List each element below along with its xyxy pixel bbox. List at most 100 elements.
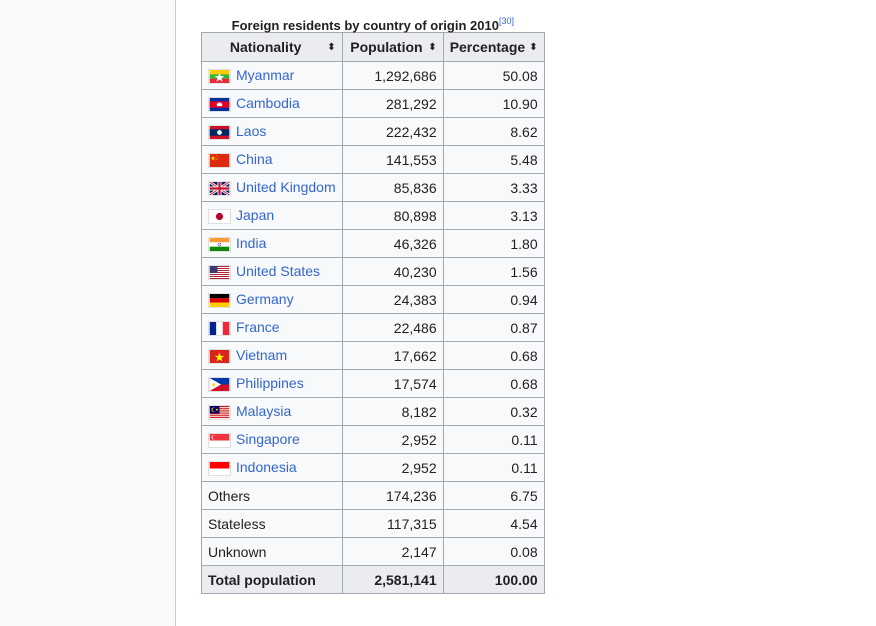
population-cell: 8,182 — [341, 397, 444, 426]
sort-icon[interactable]: ⬍ — [529, 42, 537, 53]
foreign-residents-table: Nationality ⬍ Population ⬍ Percentage ⬍ — [201, 32, 545, 594]
table-row: Germany 24,383 0.94 — [201, 285, 545, 314]
laos-flag-icon — [208, 124, 231, 140]
country-link[interactable]: Cambodia — [236, 95, 300, 111]
header-row: Nationality ⬍ Population ⬍ Percentage ⬍ — [201, 32, 545, 62]
country-link[interactable]: Japan — [236, 207, 274, 223]
table-caption-title: Foreign residents by country of origin 2… — [231, 18, 499, 33]
population-cell: 17,574 — [341, 369, 444, 398]
population-column-header[interactable]: Population ⬍ — [341, 32, 444, 62]
total-population: 2,581,141 — [341, 565, 444, 594]
percentage-cell: 1.80 — [442, 229, 545, 258]
percentage-cell: 0.32 — [442, 397, 545, 426]
percentage-cell: 50.08 — [442, 61, 545, 90]
nationality-cell: Stateless — [201, 509, 343, 538]
percentage-cell: 0.94 — [442, 285, 545, 314]
indonesia-flag-icon — [208, 460, 231, 476]
population-cell: 141,553 — [341, 145, 444, 174]
nationality-cell: Myanmar — [201, 61, 343, 90]
population-cell: 2,952 — [341, 453, 444, 482]
country-link[interactable]: Myanmar — [236, 67, 294, 83]
population-cell: 281,292 — [341, 89, 444, 118]
population-cell: 40,230 — [341, 257, 444, 286]
population-cell: 80,898 — [341, 201, 444, 230]
nationality-cell: India — [201, 229, 343, 258]
table-row: Unknown 2,147 0.08 — [201, 537, 545, 566]
country-link[interactable]: Malaysia — [236, 403, 291, 419]
total-row: Total population 2,581,141 100.00 — [201, 565, 545, 594]
us-flag-icon — [208, 264, 231, 280]
population-cell: 24,383 — [341, 285, 444, 314]
india-flag-icon — [208, 236, 231, 252]
percentage-cell: 4.54 — [442, 509, 545, 538]
nationality-cell: Laos — [201, 117, 343, 146]
myanmar-flag-icon — [208, 68, 231, 84]
country-link[interactable]: India — [236, 235, 266, 251]
country-link[interactable]: China — [236, 151, 273, 167]
nationality-cell: Cambodia — [201, 89, 343, 118]
nationality-label: Stateless — [208, 515, 266, 532]
percentage-cell: 0.87 — [442, 313, 545, 342]
citation-link[interactable]: [30] — [499, 16, 514, 26]
cambodia-flag-icon — [208, 96, 231, 112]
percentage-cell: 1.56 — [442, 257, 545, 286]
table-caption: Foreign residents by country of origin 2… — [201, 10, 545, 33]
uk-flag-icon — [208, 180, 231, 196]
nationality-cell: United States — [201, 257, 343, 286]
nationality-cell: China — [201, 145, 343, 174]
population-cell: 85,836 — [341, 173, 444, 202]
country-link[interactable]: United Kingdom — [236, 179, 336, 195]
table-row: Malaysia 8,182 0.32 — [201, 397, 545, 426]
table-row: Myanmar 1,292,686 50.08 — [201, 61, 545, 90]
table-row: Philippines 17,574 0.68 — [201, 369, 545, 398]
philippines-flag-icon — [208, 376, 231, 392]
country-link[interactable]: Philippines — [236, 375, 304, 391]
country-link[interactable]: Singapore — [236, 431, 300, 447]
malaysia-flag-icon — [208, 404, 231, 420]
country-link[interactable]: Vietnam — [236, 347, 287, 363]
table-row: Laos 222,432 8.62 — [201, 117, 545, 146]
country-link[interactable]: Laos — [236, 123, 266, 139]
table-row: Indonesia 2,952 0.11 — [201, 453, 545, 482]
percentage-cell: 0.68 — [442, 341, 545, 370]
percentage-header-label: Percentage — [449, 39, 526, 55]
country-link[interactable]: France — [236, 319, 280, 335]
country-link[interactable]: Indonesia — [236, 459, 297, 475]
percentage-cell: 0.11 — [442, 425, 545, 454]
table-row: Vietnam 17,662 0.68 — [201, 341, 545, 370]
table-row: United States 40,230 1.56 — [201, 257, 545, 286]
table-body: Myanmar 1,292,686 50.08 Cambodia 281,292 10.9… — [201, 61, 545, 566]
population-cell: 174,236 — [341, 481, 444, 510]
singapore-flag-icon — [208, 432, 231, 448]
table-row: Stateless 117,315 4.54 — [201, 509, 545, 538]
nationality-cell: Singapore — [201, 425, 343, 454]
population-cell: 222,432 — [341, 117, 444, 146]
germany-flag-icon — [208, 292, 231, 308]
table-row: Singapore 2,952 0.11 — [201, 425, 545, 454]
total-percentage: 100.00 — [442, 565, 545, 594]
table-row: France 22,486 0.87 — [201, 313, 545, 342]
population-cell: 2,147 — [341, 537, 444, 566]
percentage-cell: 10.90 — [442, 89, 545, 118]
france-flag-icon — [208, 320, 231, 336]
nationality-column-header[interactable]: Nationality ⬍ — [201, 32, 343, 62]
nationality-label: Unknown — [208, 543, 267, 560]
total-label: Total population — [201, 565, 343, 594]
population-header-label: Population — [350, 39, 423, 55]
percentage-cell: 0.11 — [442, 453, 545, 482]
sort-icon[interactable]: ⬍ — [327, 42, 335, 53]
country-link[interactable]: United States — [236, 263, 320, 279]
population-cell: 46,326 — [341, 229, 444, 258]
percentage-cell: 3.33 — [442, 173, 545, 202]
sort-icon[interactable]: ⬍ — [428, 42, 436, 53]
nationality-cell: Unknown — [201, 537, 343, 566]
table-row: Others 174,236 6.75 — [201, 481, 545, 510]
nationality-cell: Germany — [201, 285, 343, 314]
percentage-column-header[interactable]: Percentage ⬍ — [442, 32, 545, 62]
china-flag-icon — [208, 152, 231, 168]
table-row: Japan 80,898 3.13 — [201, 201, 545, 230]
nationality-cell: Malaysia — [201, 397, 343, 426]
nationality-header-label: Nationality — [229, 39, 302, 55]
country-link[interactable]: Germany — [236, 291, 294, 307]
nationality-label: Others — [208, 487, 251, 504]
